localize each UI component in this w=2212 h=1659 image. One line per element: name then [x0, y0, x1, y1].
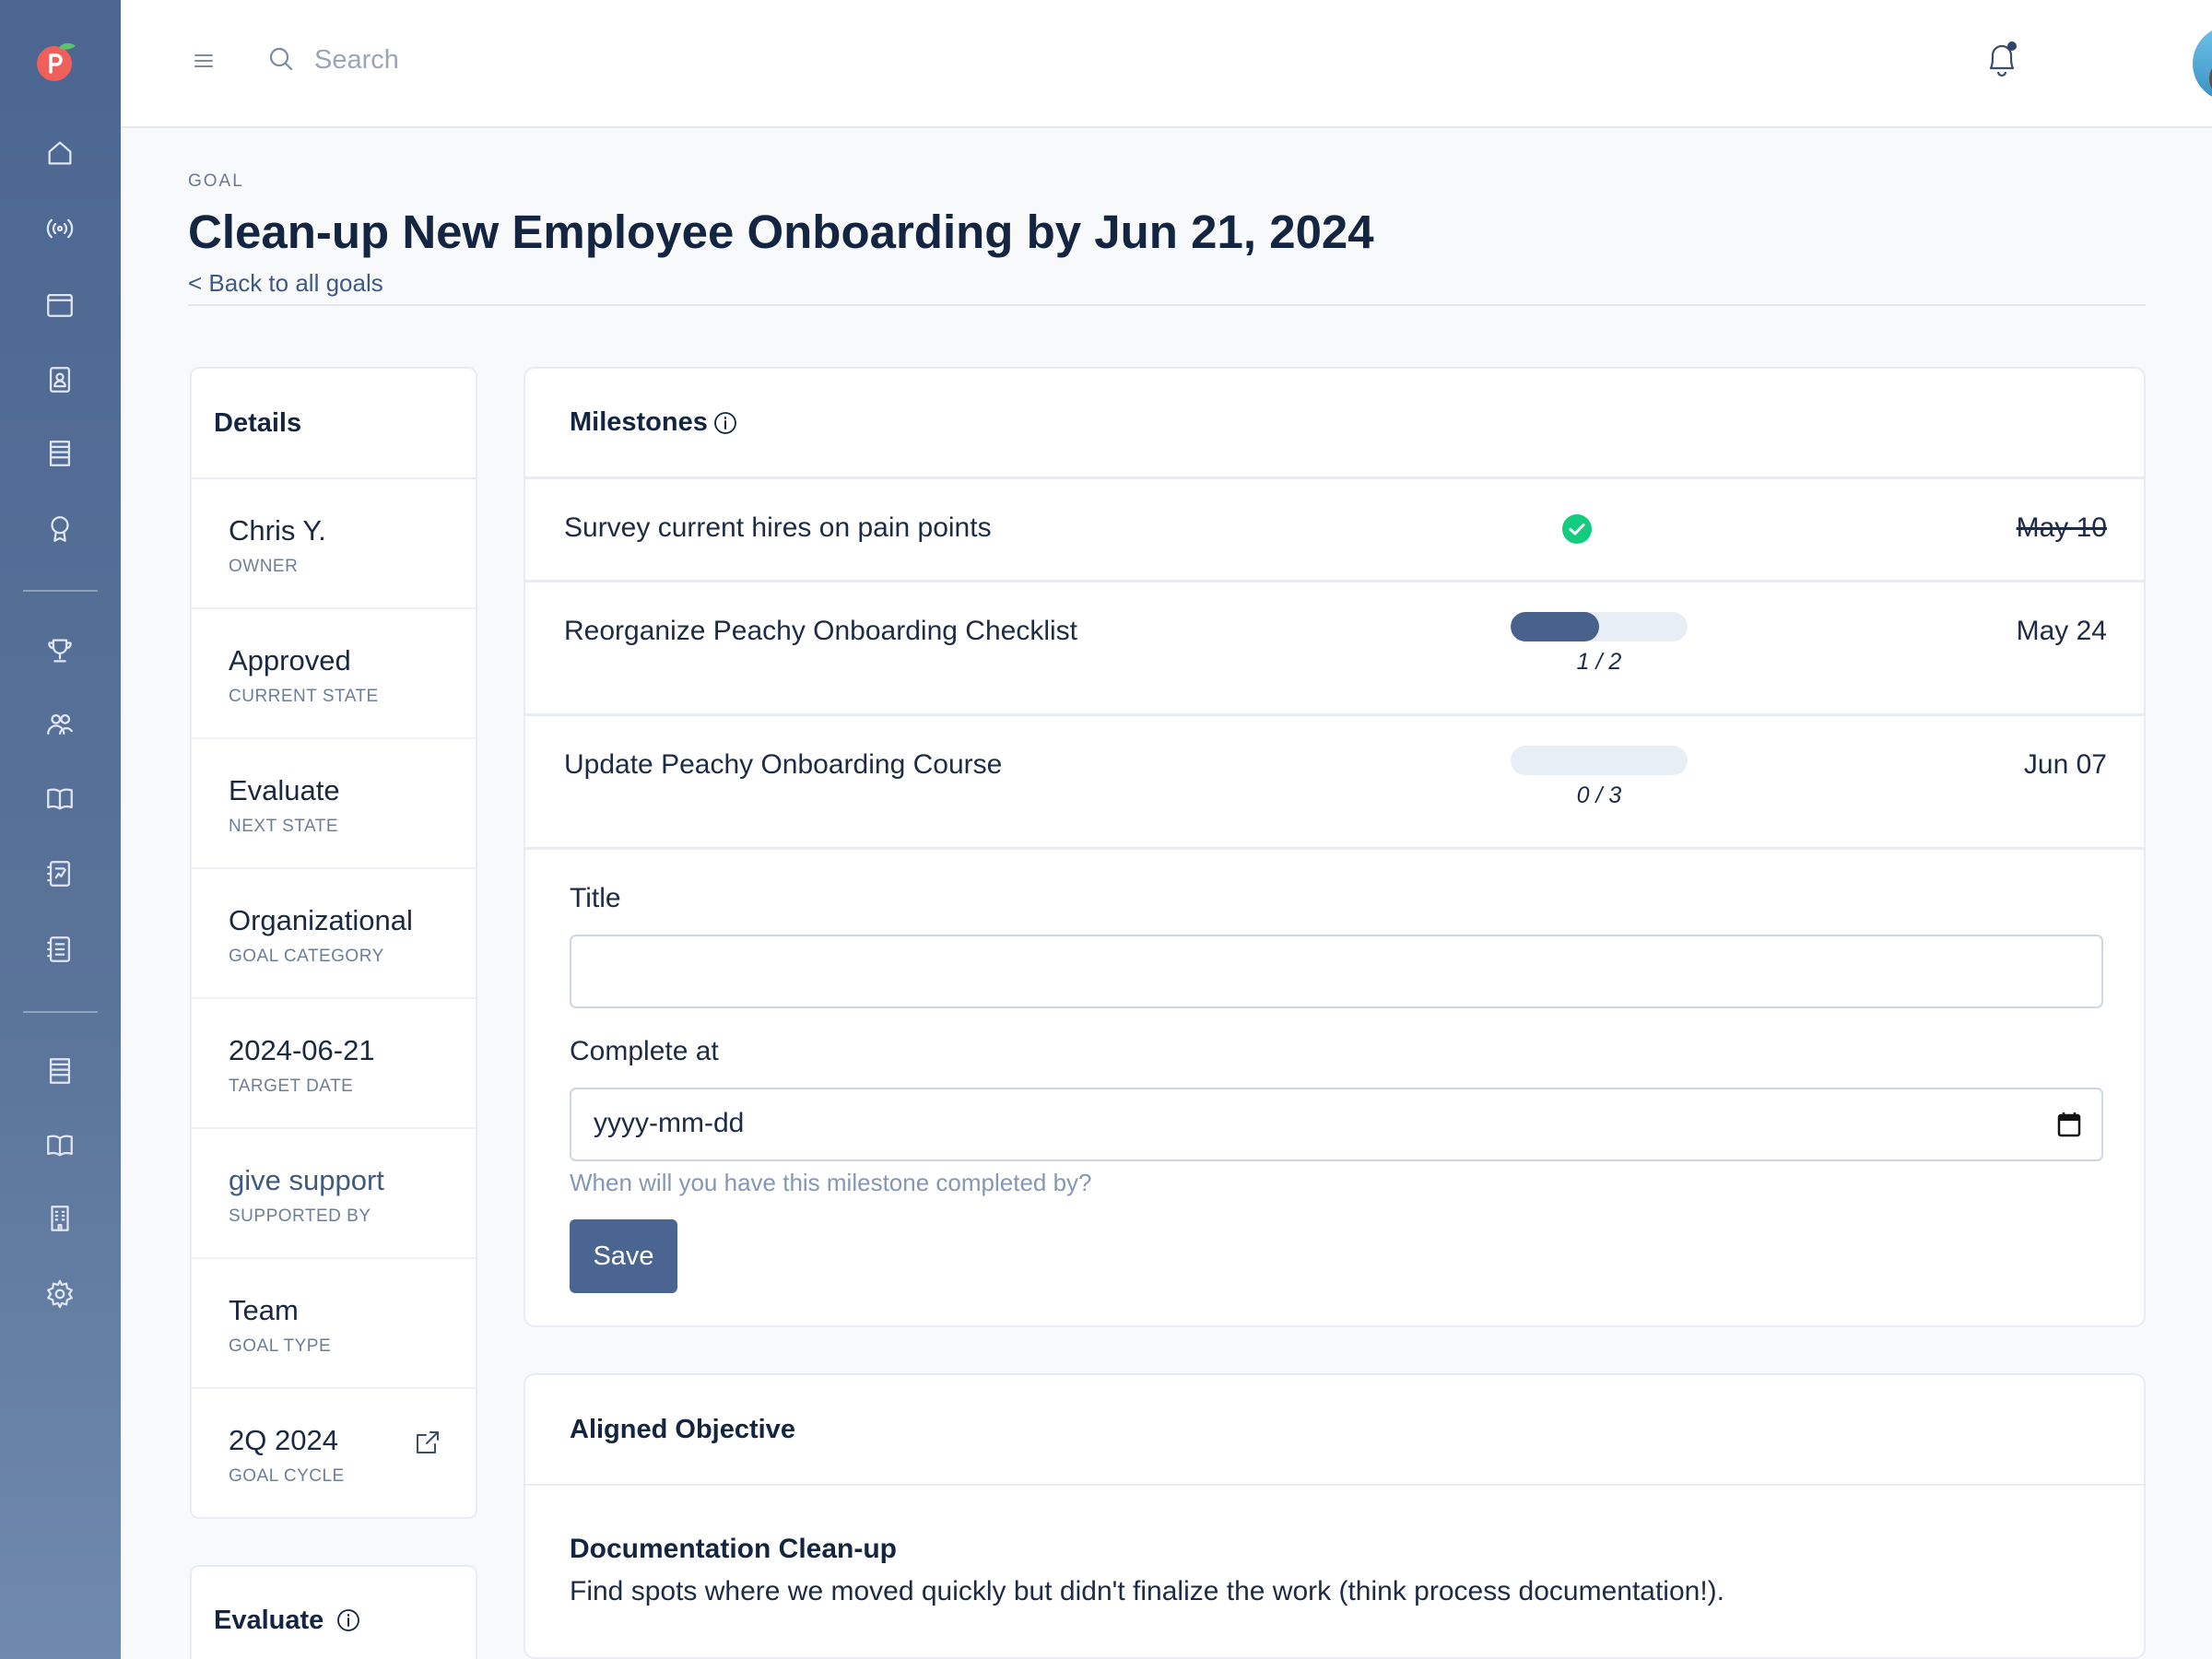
milestone-row[interactable]: Reorganize Peachy Onboarding Checklist 1… [525, 582, 2144, 716]
objective-title[interactable]: Documentation Clean-up [570, 1534, 897, 1565]
sidebar-divider [23, 1011, 98, 1013]
title-label: Title [570, 883, 621, 913]
progress-fill [1511, 612, 1599, 641]
detail-label: CURRENT STATE [229, 687, 379, 706]
detail-value: Evaluate [229, 774, 340, 806]
divider [188, 304, 2146, 306]
milestone-date: May 10 [2016, 512, 2107, 543]
award-icon[interactable] [41, 511, 78, 547]
detail-label: GOAL CYCLE [229, 1466, 345, 1486]
notes-icon[interactable] [41, 931, 78, 968]
milestone-title: Update Peachy Onboarding Course [564, 749, 1003, 780]
list-icon[interactable] [41, 435, 78, 472]
gear-icon[interactable] [41, 1276, 78, 1312]
broadcast-icon[interactable] [41, 210, 78, 247]
top-bar [121, 0, 2212, 128]
milestone-title: Reorganize Peachy Onboarding Checklist [564, 616, 1077, 646]
complete-at-date-input[interactable]: yyyy-mm-dd [570, 1088, 2103, 1161]
milestone-date: May 24 [2016, 616, 2107, 646]
milestone-progress-bar [1511, 612, 1688, 641]
complete-at-label: Complete at [570, 1036, 719, 1066]
book-icon[interactable] [41, 780, 78, 817]
milestones-card: Milestones Survey current hires on pain … [524, 367, 2146, 1327]
milestones-heading: Milestones [570, 407, 708, 437]
milestone-date: Jun 07 [2023, 749, 2107, 780]
milestone-title-input[interactable] [570, 935, 2103, 1008]
calendar-icon[interactable] [2055, 1110, 2083, 1139]
detail-goal-cycle: 2Q 2024 GOAL CYCLE [192, 1389, 476, 1519]
milestones-heading-row: Milestones [525, 369, 2144, 479]
details-card: Details Chris Y. OWNER Approved CURRENT … [190, 367, 477, 1519]
objective-description: Find spots where we moved quickly but di… [570, 1576, 1724, 1606]
detail-current-state: Approved CURRENT STATE [192, 609, 476, 739]
calendar-icon[interactable] [41, 286, 78, 323]
external-link-icon[interactable] [413, 1428, 442, 1457]
milestone-title: Survey current hires on pain points [564, 512, 992, 543]
page-title: Clean-up New Employee Onboarding by Jun … [188, 206, 1374, 258]
progress-count: 1 / 2 [1576, 649, 1622, 675]
detail-goal-type: Team GOAL TYPE [192, 1259, 476, 1389]
info-icon[interactable] [713, 411, 737, 435]
save-button[interactable]: Save [570, 1219, 677, 1293]
detail-value: Approved [229, 644, 351, 677]
new-milestone-form: Title Complete at yyyy-mm-dd When will y… [570, 883, 2103, 1293]
detail-label: NEXT STATE [229, 817, 339, 836]
milestone-row[interactable]: Survey current hires on pain points May … [525, 479, 2144, 582]
evaluate-heading: Evaluate [214, 1606, 324, 1635]
bell-icon[interactable] [1980, 37, 2024, 85]
list-icon[interactable] [41, 1053, 78, 1089]
people-icon[interactable] [41, 706, 78, 743]
detail-value: 2024-06-21 [229, 1034, 375, 1066]
progress-count: 0 / 3 [1576, 782, 1622, 808]
building-icon[interactable] [41, 1200, 78, 1237]
home-icon[interactable] [41, 135, 78, 171]
detail-owner: Chris Y. OWNER [192, 479, 476, 609]
profile-card-icon[interactable] [41, 361, 78, 398]
detail-supported-by: give support SUPPORTED BY [192, 1129, 476, 1259]
back-to-goals-link[interactable]: < Back to all goals [188, 269, 383, 298]
aligned-objective-heading: Aligned Objective [525, 1375, 2144, 1486]
sidebar-divider [23, 590, 98, 592]
detail-value: Team [229, 1294, 299, 1326]
detail-label: GOAL CATEGORY [229, 947, 384, 966]
details-heading: Details [192, 369, 476, 479]
aligned-objective-card: Aligned Objective Documentation Clean-up… [524, 1373, 2146, 1659]
detail-goal-category: Organizational GOAL CATEGORY [192, 869, 476, 999]
detail-label: SUPPORTED BY [229, 1206, 371, 1226]
detail-value: Chris Y. [229, 514, 326, 547]
check-circle-icon [1562, 514, 1592, 544]
page-eyebrow: GOAL [188, 171, 244, 191]
info-icon[interactable] [336, 1608, 360, 1632]
detail-label: TARGET DATE [229, 1077, 354, 1096]
search-icon [266, 44, 296, 74]
date-help-text: When will you have this milestone comple… [570, 1169, 1092, 1196]
peach-logo-icon[interactable] [35, 41, 77, 83]
detail-value: Organizational [229, 904, 413, 936]
detail-label: GOAL TYPE [229, 1336, 332, 1356]
avatar[interactable] [2193, 26, 2212, 101]
milestone-progress-bar [1511, 746, 1688, 775]
supported-by-link[interactable]: give support [229, 1164, 476, 1197]
milestone-row[interactable]: Update Peachy Onboarding Course 0 / 3 Ju… [525, 716, 2144, 850]
trophy-icon[interactable] [41, 632, 78, 669]
detail-next-state: Evaluate NEXT STATE [192, 739, 476, 869]
evaluate-card: Evaluate [190, 1565, 477, 1659]
sidebar [0, 0, 121, 1659]
detail-target-date: 2024-06-21 TARGET DATE [192, 999, 476, 1129]
detail-label: OWNER [229, 557, 299, 576]
date-placeholder: yyyy-mm-dd [594, 1108, 745, 1138]
menu-icon[interactable] [190, 48, 218, 74]
report-icon[interactable] [41, 855, 78, 892]
search-input[interactable] [314, 37, 775, 83]
book-icon[interactable] [41, 1126, 78, 1163]
